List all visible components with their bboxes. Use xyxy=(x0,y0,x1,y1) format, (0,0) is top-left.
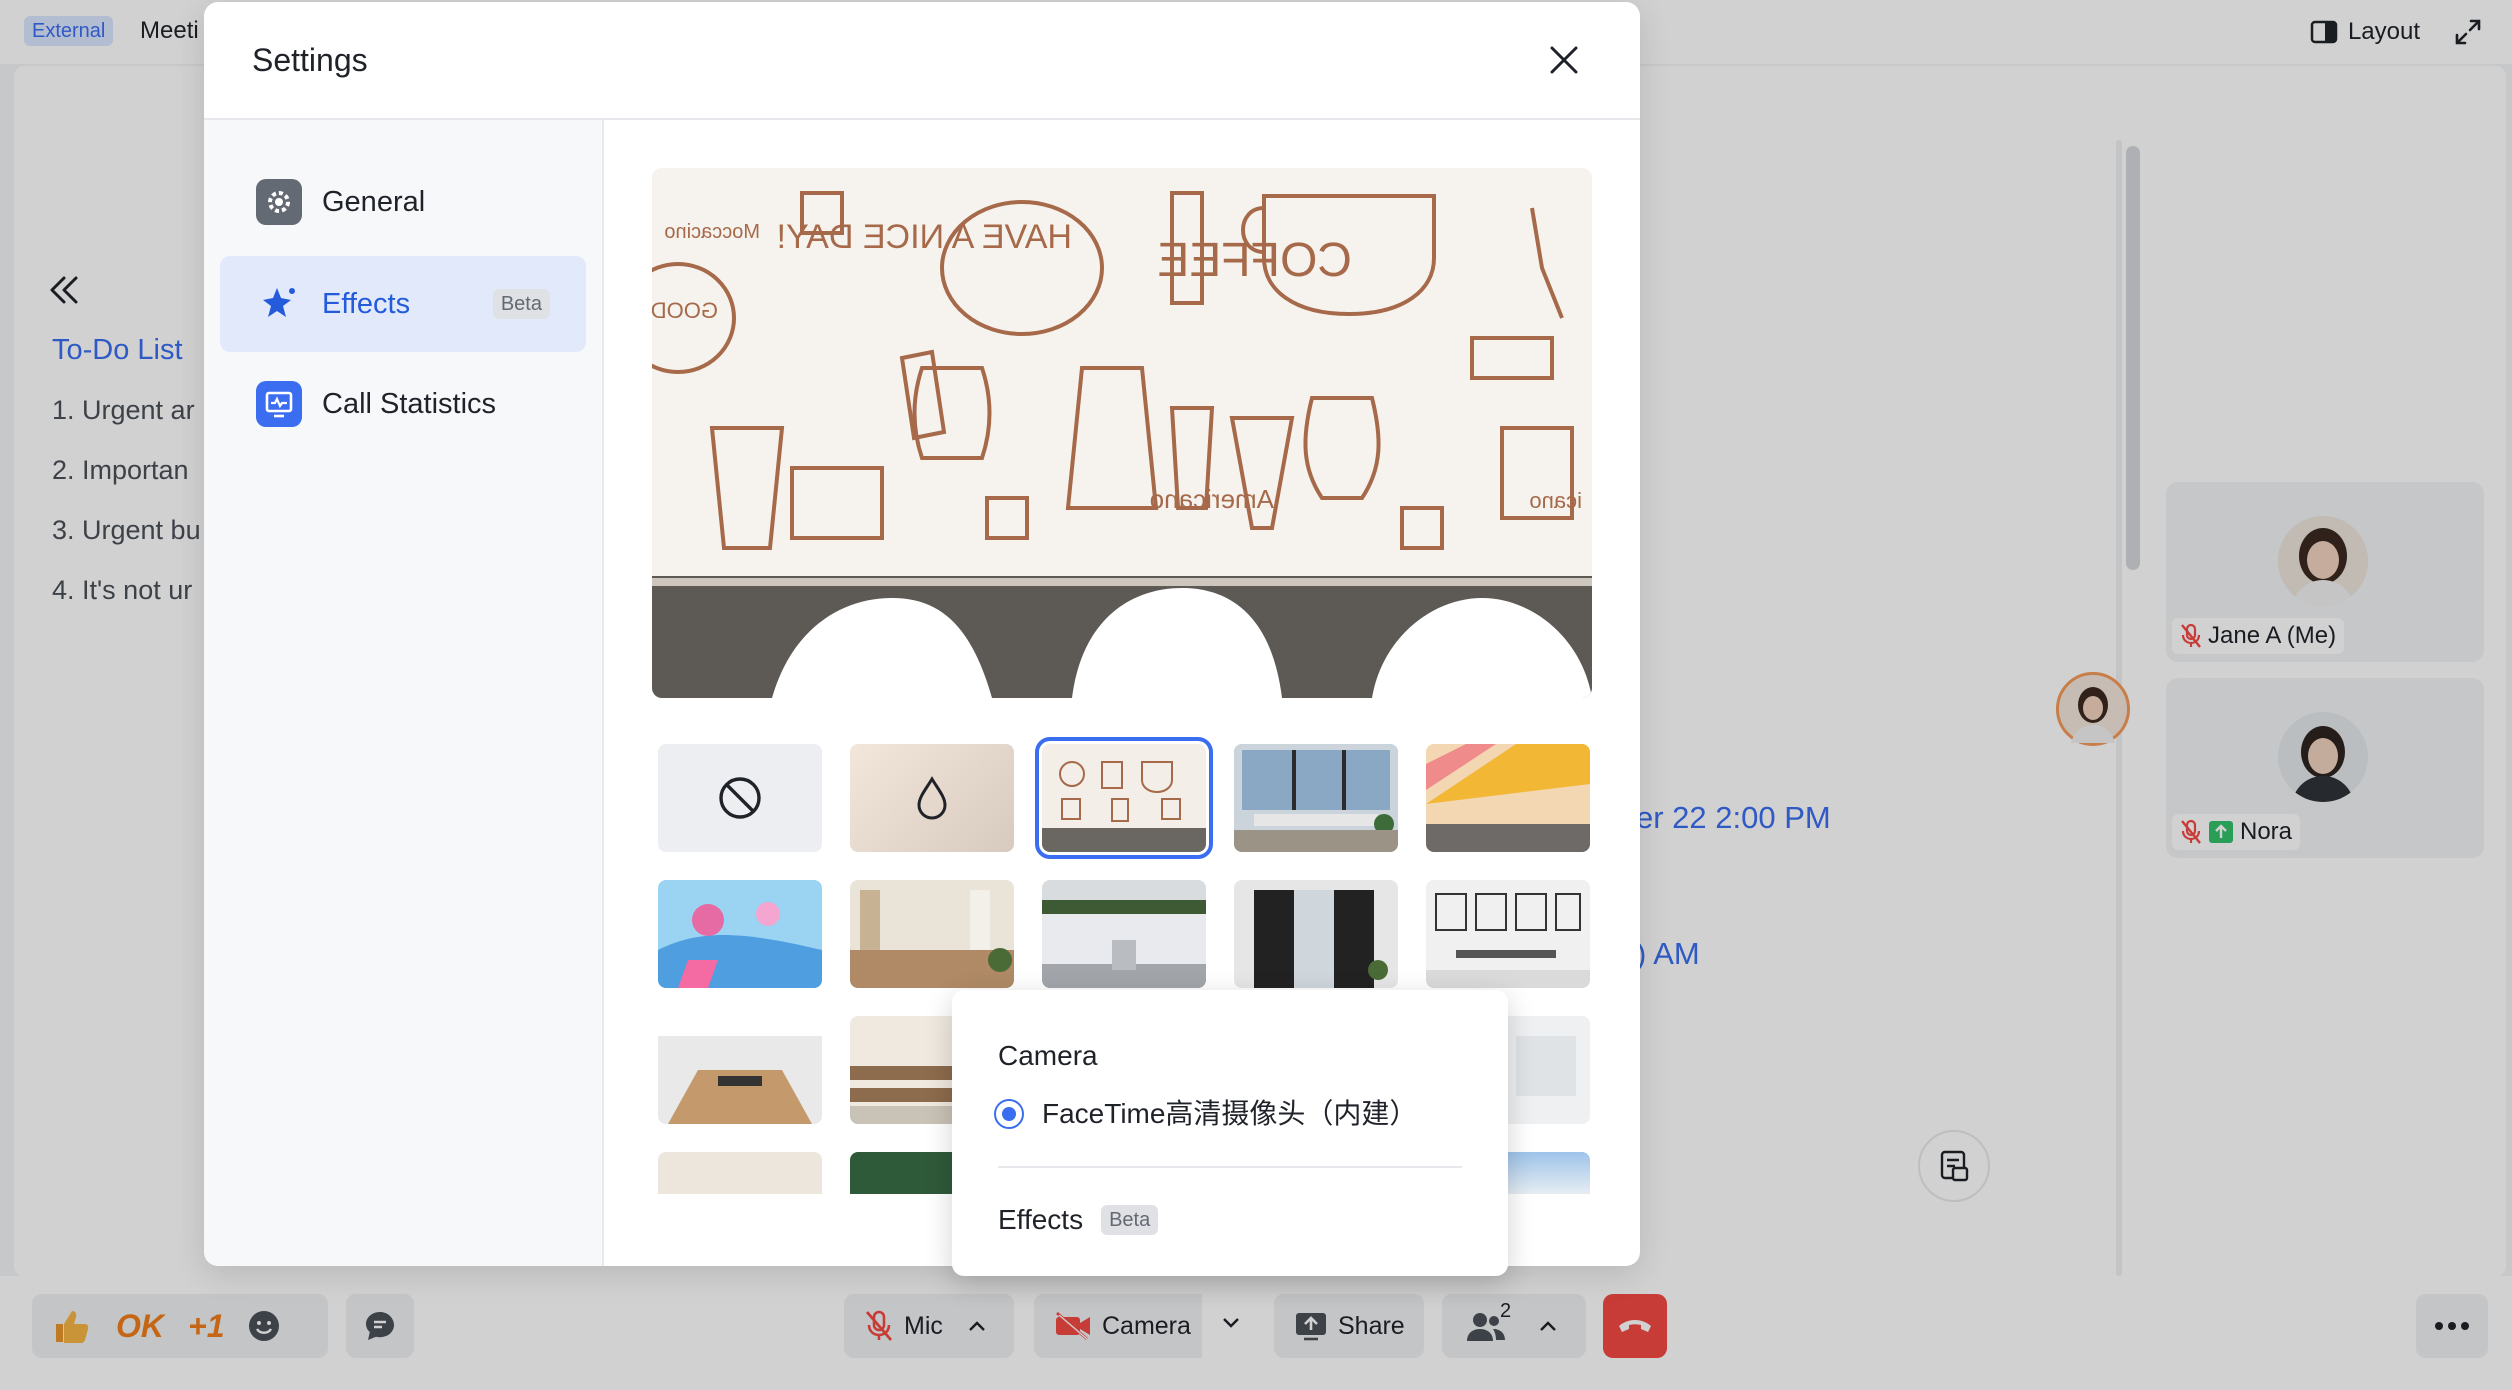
background-option[interactable] xyxy=(658,1152,822,1194)
background-office-window-option[interactable] xyxy=(1234,744,1398,852)
camera-device-label: FaceTime高清摄像头（内建） xyxy=(1042,1098,1418,1129)
close-icon[interactable] xyxy=(1544,40,1584,80)
beta-badge: Beta xyxy=(492,289,550,319)
background-cafe-interior-option[interactable] xyxy=(850,880,1014,988)
camera-effects-item[interactable]: Effects Beta xyxy=(998,1200,1159,1240)
gear-icon xyxy=(256,179,302,225)
nav-item-effects[interactable]: Effects Beta xyxy=(220,256,586,352)
americano-text: Americano xyxy=(1150,484,1274,514)
radio-selected[interactable] xyxy=(994,1099,1024,1129)
no-background-icon xyxy=(719,777,761,819)
dialog-title: Settings xyxy=(252,42,368,78)
nav-item-label: Effects xyxy=(322,287,411,320)
camera-menu: Camera FaceTime高清摄像头（内建） Effects Beta xyxy=(952,990,1508,1276)
background-doorway-option[interactable] xyxy=(1234,880,1398,988)
nice-day-text: HAVE A NICE DAY! xyxy=(777,218,1072,256)
camera-device-option[interactable]: FaceTime高清摄像头（内建） xyxy=(994,1094,1417,1134)
good-morning-text: GOOD MORNING! xyxy=(652,298,718,323)
camera-preview: COFFEE HAVE A NICE DAY! GOOD MORNING! Am… xyxy=(652,168,1592,698)
background-fantasy-option[interactable] xyxy=(658,880,822,988)
blur-drop-icon xyxy=(917,776,947,820)
background-color-wall-option[interactable] xyxy=(1426,744,1590,852)
background-coffee-option[interactable] xyxy=(1035,737,1213,859)
settings-sidebar: General Effects Beta Call Statistics xyxy=(204,120,604,1266)
background-none-option[interactable] xyxy=(658,744,822,852)
beta-badge: Beta xyxy=(1101,1205,1159,1235)
background-meeting-room-option[interactable] xyxy=(1426,880,1590,988)
moccacino-text: Moccacino xyxy=(664,221,760,243)
nav-item-label: General xyxy=(322,185,426,218)
nav-item-call-statistics[interactable]: Call Statistics xyxy=(220,356,586,452)
sparkle-icon xyxy=(256,281,302,327)
camera-menu-title: Camera xyxy=(998,1040,1098,1071)
nav-item-general[interactable]: General xyxy=(220,154,586,250)
background-blur-option[interactable] xyxy=(850,744,1014,852)
nav-item-label: Call Statistics xyxy=(322,387,497,420)
coffee-text: COFFEE xyxy=(1157,234,1352,287)
background-green-office-option[interactable] xyxy=(1042,880,1206,988)
effects-label: Effects xyxy=(998,1204,1084,1235)
icano-text: icano xyxy=(1529,488,1582,513)
menu-divider xyxy=(998,1166,1462,1168)
background-conference-hall-option[interactable] xyxy=(658,1016,822,1124)
chart-monitor-icon xyxy=(256,381,302,427)
